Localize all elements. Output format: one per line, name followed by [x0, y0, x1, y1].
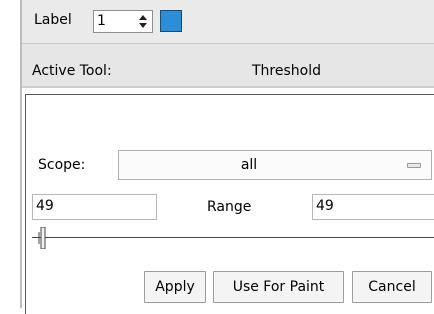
range-min-input[interactable]: 49 — [32, 194, 157, 220]
dropdown-handle-icon[interactable] — [407, 163, 421, 168]
tool-panel: Label 1 Active Tool: Threshold Scope: al… — [22, 0, 434, 314]
threshold-tool-area: Scope: all 49 Range 49 Apply Use For Pai… — [22, 88, 434, 314]
scope-select[interactable]: all — [118, 150, 432, 180]
range-slider-track[interactable] — [32, 237, 434, 238]
use-for-paint-button[interactable]: Use For Paint — [213, 271, 344, 303]
range-min-value[interactable]: 49 — [36, 198, 54, 214]
spin-arrows-icon[interactable] — [138, 14, 148, 29]
range-max-value[interactable]: 49 — [316, 198, 334, 214]
slider-handle-icon[interactable] — [38, 227, 47, 249]
active-tool-bar: Active Tool: Threshold — [22, 44, 434, 86]
label-color-swatch[interactable] — [160, 10, 182, 32]
cancel-button[interactable]: Cancel — [352, 271, 432, 303]
left-gutter — [0, 0, 22, 308]
range-label: Range — [207, 199, 252, 215]
label-spin-value[interactable]: 1 — [97, 13, 106, 29]
label-bar: Label 1 — [22, 0, 434, 43]
scope-label: Scope: — [38, 157, 86, 173]
active-tool-name: Threshold — [252, 63, 321, 79]
range-max-input[interactable]: 49 — [312, 194, 434, 220]
active-tool-caption: Active Tool: — [32, 63, 112, 79]
scope-selected-value[interactable]: all — [119, 157, 379, 173]
label-caption: Label — [34, 12, 72, 28]
label-spinbox[interactable]: 1 — [93, 10, 153, 33]
apply-button[interactable]: Apply — [144, 271, 206, 303]
